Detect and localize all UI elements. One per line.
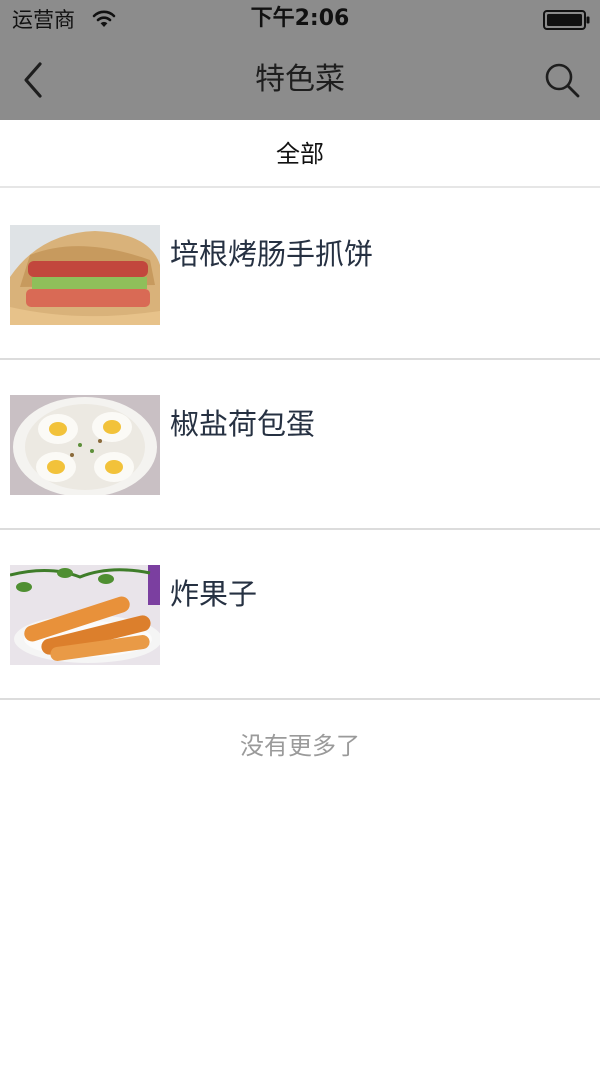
dish-thumbnail [10,565,160,665]
status-time: 下午2:06 [250,6,350,31]
search-icon[interactable] [543,61,581,99]
battery-icon [543,10,590,30]
dish-name: 炸果子 [170,577,258,611]
nav-bar: 特色菜 [0,40,600,120]
dish-thumbnail [10,225,160,325]
page-title: 特色菜 [255,62,345,97]
dish-list-item[interactable]: 炸果子 [0,530,600,700]
no-more-label: 没有更多了 [240,732,360,760]
dish-name: 椒盐荷包蛋 [170,407,316,441]
dish-thumbnail [10,395,160,495]
status-bar: 运营商 下午2:06 [0,0,600,40]
dish-list: 培根烤肠手抓饼 椒盐荷包蛋 炸果子 [0,190,600,700]
top-bar: 运营商 下午2:06 特色菜 [0,0,600,120]
dish-list-item[interactable]: 培根烤肠手抓饼 [0,190,600,360]
filter-all-tab[interactable]: 全部 [0,138,600,170]
dish-list-item[interactable]: 椒盐荷包蛋 [0,360,600,530]
dish-name: 培根烤肠手抓饼 [170,237,374,271]
category-filter[interactable]: 全部 [0,120,600,188]
